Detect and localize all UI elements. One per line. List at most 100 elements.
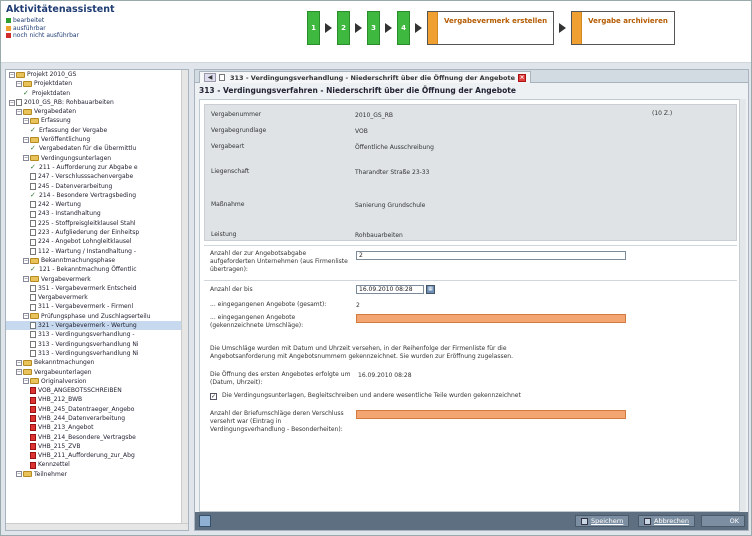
tree-item[interactable]: − Vergabevermerk: [6, 275, 188, 284]
folder-icon: [23, 359, 32, 366]
collapse-icon[interactable]: −: [23, 118, 29, 125]
tree-item[interactable]: 225 - Stoffpreisgleitklausel Stahl: [6, 219, 188, 228]
step-status-bar: [572, 12, 583, 44]
form-vertical-scrollbar[interactable]: [739, 99, 746, 512]
tree-item[interactable]: 313 - Verdingungsverhandlung Ni: [6, 349, 188, 358]
wizard-step-2[interactable]: 2: [337, 11, 350, 45]
doc-icon: [30, 284, 36, 292]
tab-document[interactable]: ◀ 313 - Verdingungsverhandlung - Nieders…: [199, 71, 532, 83]
collapse-icon[interactable]: −: [16, 369, 22, 376]
wizard-step-1[interactable]: 1: [307, 11, 320, 45]
collapse-icon[interactable]: −: [23, 136, 29, 143]
close-icon[interactable]: ×: [518, 73, 527, 82]
info-value: VOB: [355, 128, 368, 135]
tree-item[interactable]: VHB_212_BWB: [6, 395, 188, 404]
tree-item[interactable]: ✓ Vergabedaten für die Übermittlu: [6, 144, 188, 153]
tree-item[interactable]: VHB_215_ZVB: [6, 442, 188, 451]
ok-button[interactable]: OK: [701, 515, 745, 527]
collapse-icon[interactable]: −: [16, 359, 22, 366]
collapse-icon[interactable]: −: [16, 80, 22, 87]
doc-icon: [30, 294, 36, 302]
wizard-step-box[interactable]: Vergabe archivieren: [571, 11, 675, 45]
tree-item[interactable]: − Bekanntmachungen: [6, 358, 188, 367]
tree-vertical-scrollbar[interactable]: [181, 70, 188, 530]
tree-item[interactable]: ✓ 214 - Besondere Vertragsbeding: [6, 191, 188, 200]
wizard-step-3[interactable]: 3: [367, 11, 380, 45]
collapse-icon[interactable]: −: [16, 471, 22, 478]
tree-item[interactable]: − Erfassung: [6, 116, 188, 125]
tree-item[interactable]: − Projekt 2010_GS: [6, 70, 188, 79]
tree-item[interactable]: VHB_214_Besondere_Vertragsbe: [6, 433, 188, 442]
tree-item[interactable]: 247 - Verschlusssachenvergabe: [6, 172, 188, 181]
info-label: Maßnahme: [211, 201, 245, 208]
tree-item[interactable]: 245 - Datenverarbeitung: [6, 182, 188, 191]
tree-horizontal-scrollbar[interactable]: [6, 523, 188, 530]
folder-icon: [30, 257, 39, 264]
collapse-icon[interactable]: −: [23, 276, 29, 283]
tree-item[interactable]: 313 - Verdingungsverhandlung -: [6, 330, 188, 339]
tree-item-label: Projekt 2010_GS: [27, 71, 77, 78]
tree-item[interactable]: 243 - Instandhaltung: [6, 209, 188, 218]
collapse-icon[interactable]: −: [23, 257, 29, 264]
app-title: Aktivitätenassistent: [6, 4, 115, 15]
doc-icon: [30, 182, 36, 190]
back-arrow-icon[interactable]: ◀: [204, 73, 216, 82]
collapse-icon[interactable]: −: [9, 71, 15, 78]
tree-item[interactable]: ✓ Erfassung der Vergabe: [6, 126, 188, 135]
toolbar-icon[interactable]: [199, 515, 211, 527]
project-tree: − Projekt 2010_GS − Projektdaten ✓ Projektdat…: [5, 69, 189, 531]
cancel-button[interactable]: Abbrechen: [638, 515, 696, 527]
tree-item[interactable]: − Vergabedaten: [6, 107, 188, 116]
tree-item[interactable]: ✓ 211 - Aufforderung zur Abgabe e: [6, 163, 188, 172]
tree-item[interactable]: VHB_213_Angebot: [6, 423, 188, 432]
tree-item[interactable]: 351 - Vergabevermerk Entscheid: [6, 284, 188, 293]
tree-item[interactable]: Kennzettel: [6, 460, 188, 469]
tree-item[interactable]: 321 - Vergabevermerk - Wertung: [6, 321, 188, 331]
info-value: Tharandter Straße 23-33: [355, 169, 430, 176]
tree-item[interactable]: 112 - Wartung / Instandhaltung -: [6, 247, 188, 256]
check-icon: ✓: [23, 88, 29, 97]
collapse-icon[interactable]: −: [23, 155, 29, 162]
tree-item[interactable]: − Verdingungsunterlagen: [6, 154, 188, 163]
collapse-icon[interactable]: −: [16, 108, 22, 115]
until-date-input[interactable]: 16.09.2010 08:28: [356, 285, 424, 294]
tree-item[interactable]: VOB_ANGEBOTSSCHREIBEN: [6, 386, 188, 395]
tree-item[interactable]: − Veröffentlichung: [6, 135, 188, 144]
tree-item[interactable]: 311 - Vergabevermerk - Firmenl: [6, 302, 188, 311]
sealed-input[interactable]: [356, 410, 626, 419]
collapse-icon[interactable]: −: [23, 378, 29, 385]
tree-item[interactable]: ✓ Projektdaten: [6, 89, 188, 98]
doc-icon: [30, 322, 36, 330]
tree-item[interactable]: 224 - Angebot Lohngleitklausel: [6, 237, 188, 246]
calendar-icon[interactable]: ▦: [426, 285, 435, 294]
tree-item[interactable]: − Projektdaten: [6, 79, 188, 88]
tree-item[interactable]: VHB_244_Datenverarbeitung: [6, 414, 188, 423]
tree-item[interactable]: − Bekanntmachungsphase: [6, 256, 188, 265]
save-button[interactable]: Speichern: [575, 515, 630, 527]
info-value: Sanierung Grundschule: [355, 202, 426, 209]
tree-item[interactable]: − Prüfungsphase und Zuschlagserteilu: [6, 312, 188, 321]
workspace: − Projekt 2010_GS − Projektdaten ✓ Projektdat…: [1, 63, 751, 535]
tree-item[interactable]: Vergabevermerk: [6, 293, 188, 302]
collapse-icon[interactable]: −: [9, 99, 15, 106]
tree-item-label: 311 - Vergabevermerk - Firmenl: [38, 303, 134, 311]
tree-item[interactable]: VHB_245_Datentraeger_Angebo: [6, 405, 188, 414]
tree-item[interactable]: 223 - Aufgliederung der Einheitsp: [6, 228, 188, 237]
tree-item[interactable]: 242 - Wertung: [6, 200, 188, 209]
collapse-icon[interactable]: −: [23, 313, 29, 320]
tree-item[interactable]: VHB_211_Aufforderung_zur_Abg: [6, 451, 188, 460]
wizard-step-box[interactable]: Vergabevermerk erstellen: [427, 11, 555, 45]
tree-item[interactable]: − 2010_GS_RB: Rohbauarbeiten: [6, 98, 188, 107]
pdf-icon: [30, 433, 36, 441]
marked-checkbox[interactable]: ✓: [210, 393, 217, 400]
received-marked-input[interactable]: [356, 314, 626, 323]
tree-item[interactable]: 313 - Verdingungsverhandlung Ni: [6, 340, 188, 349]
info-label: Leistung: [211, 231, 237, 238]
tree-item[interactable]: − Teilnehmer: [6, 470, 188, 479]
wizard-step-4[interactable]: 4: [397, 11, 410, 45]
tree-item[interactable]: ✓ 121 - Bekanntmachung Öffentlic: [6, 265, 188, 274]
tree-item[interactable]: − Originalversion: [6, 377, 188, 386]
invited-input[interactable]: 2: [356, 251, 626, 260]
doc-icon: [30, 340, 36, 348]
tree-item[interactable]: − Vergabeunterlagen: [6, 368, 188, 377]
